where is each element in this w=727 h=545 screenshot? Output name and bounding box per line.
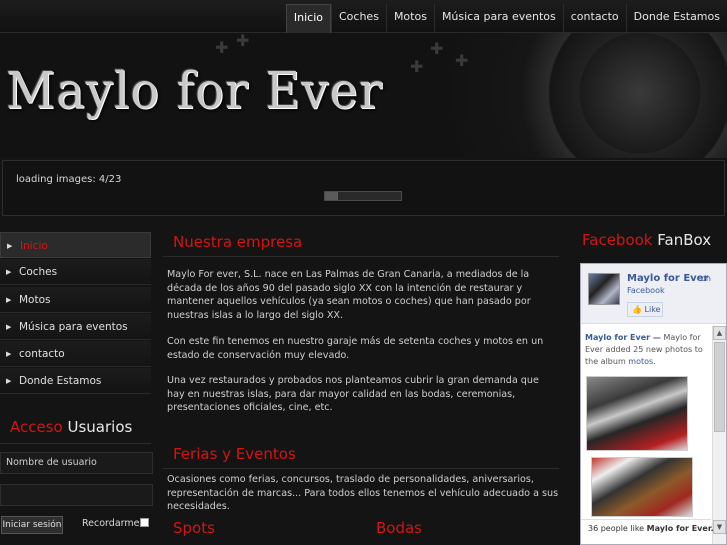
facebook-link[interactable]: Facebook (627, 286, 665, 295)
fanbox-title-accent: Facebook (582, 231, 653, 249)
decorative-plus-icon: ✚ (410, 57, 424, 76)
thumbs-up-icon: 👍 (632, 305, 642, 314)
weddings-title: Bodas (376, 519, 422, 537)
arrow-right-icon: ▶ (6, 350, 12, 359)
loading-status: loading images: 4/23 (16, 174, 122, 185)
spots-title: Spots (173, 519, 215, 537)
arrow-right-icon: ▶ (6, 295, 12, 304)
company-paragraph-2: Con este fin tenemos en nuestro garaje m… (167, 336, 544, 361)
on-text: on (701, 274, 711, 283)
loading-progress-bar (324, 191, 402, 201)
nav-item-musica[interactable]: Música para eventos (433, 4, 563, 33)
login-title-text: Usuarios (67, 418, 133, 436)
divider (163, 256, 559, 257)
divider (163, 468, 559, 469)
sidebar-item-label: Inicio (20, 240, 48, 252)
nav-item-donde-estamos[interactable]: Donde Estamos (625, 4, 727, 33)
nav-item-contacto[interactable]: contacto (562, 4, 626, 33)
company-title: Nuestra empresa (173, 233, 303, 251)
header-banner: ✚ ✚ ✚ ✚ ✚ Maylo for Ever (0, 33, 727, 158)
nav-item-motos[interactable]: Motos (385, 4, 434, 33)
divider (581, 519, 711, 520)
login-title: Acceso Usuarios (10, 418, 132, 436)
page-avatar[interactable] (588, 273, 620, 305)
arrow-right-icon: ▶ (7, 242, 13, 250)
arrow-right-icon: ▶ (6, 377, 12, 386)
remember-label: Recordarme (82, 518, 140, 529)
page-name-link[interactable]: Maylo for Ever (627, 273, 708, 284)
fanbox-post: Maylo for Ever — Maylo for Ever added 25… (585, 333, 703, 366)
username-field[interactable]: Nombre de usuario (0, 452, 153, 474)
fanbox-header: Maylo for Ever on Facebook 👍 Like (581, 264, 726, 324)
password-field[interactable] (0, 484, 153, 506)
company-paragraph-3: Una vez restaurados y probados nos plant… (167, 375, 539, 413)
nav-item-coches[interactable]: Coches (331, 4, 386, 33)
arrow-right-icon: ▶ (6, 322, 12, 331)
post-author[interactable]: Maylo for Ever — (585, 333, 661, 342)
sidebar-item-coches[interactable]: ▶ Coches (0, 259, 151, 286)
remember-checkbox[interactable] (140, 518, 149, 527)
fanbox-title: Facebook FanBox (582, 231, 711, 249)
sidebar-item-inicio[interactable]: ▶ Inicio (0, 232, 151, 258)
site-logo[interactable]: Maylo for Ever (6, 62, 383, 121)
fanbox-scrollbar[interactable]: ▲ ▼ (712, 326, 726, 544)
post-photo[interactable] (591, 457, 693, 517)
image-slideshow: loading images: 4/23 (2, 160, 725, 216)
top-navigation: Inicio Coches Motos Música para eventos … (285, 4, 727, 33)
like-button[interactable]: 👍 Like (627, 302, 663, 317)
top-bar: Inicio Coches Motos Música para eventos … (0, 0, 727, 33)
like-label: Like (644, 305, 661, 314)
scroll-up-icon[interactable]: ▲ (713, 326, 726, 340)
progress-fill (325, 192, 338, 200)
likes-text: 36 people like (588, 524, 645, 533)
sidebar-item-label: Donde Estamos (19, 375, 102, 388)
sidebar-item-label: contacto (19, 348, 65, 361)
company-paragraph-1: Maylo For ever, S.L. nace en Las Palmas … (167, 269, 531, 321)
sidebar-item-label: Motos (19, 293, 51, 306)
sidebar-item-label: Música para eventos (19, 320, 128, 333)
scroll-down-icon[interactable]: ▼ (713, 520, 726, 534)
album-link[interactable]: motos (628, 357, 653, 366)
fairs-paragraph: Ocasiones como ferias, concursos, trasla… (167, 474, 559, 512)
sidebar-item-motos[interactable]: ▶ Motos (0, 286, 151, 313)
nav-item-inicio[interactable]: Inicio (285, 4, 331, 33)
fanbox-title-text: FanBox (657, 231, 712, 249)
fairs-title: Ferias y Eventos (173, 445, 296, 463)
sidebar-item-label: Coches (19, 266, 58, 279)
login-title-accent: Acceso (10, 418, 63, 436)
post-photo[interactable] (586, 376, 688, 451)
likes-page-name: Maylo for Ever. (646, 524, 714, 533)
likes-count: 36 people like Maylo for Ever. (588, 524, 714, 533)
divider (0, 443, 151, 444)
login-button[interactable]: Iniciar sesión (1, 516, 63, 534)
decorative-plus-icon: ✚ (215, 38, 229, 57)
decorative-plus-icon: ✚ (236, 33, 250, 50)
arrow-right-icon: ▶ (6, 268, 12, 277)
decorative-plus-icon: ✚ (455, 51, 469, 70)
sidebar-item-contacto[interactable]: ▶ contacto (0, 341, 151, 368)
sidebar-item-donde-estamos[interactable]: ▶ Donde Estamos (0, 368, 151, 395)
decorative-plus-icon: ✚ (430, 39, 444, 58)
facebook-fanbox: Maylo for Ever on Facebook 👍 Like Maylo … (580, 263, 727, 545)
sidebar-menu: ▶ Inicio ▶ Coches ▶ Motos ▶ Música para even… (0, 232, 151, 396)
scroll-thumb[interactable] (714, 342, 725, 432)
sidebar-item-musica[interactable]: ▶ Música para eventos (0, 313, 151, 340)
